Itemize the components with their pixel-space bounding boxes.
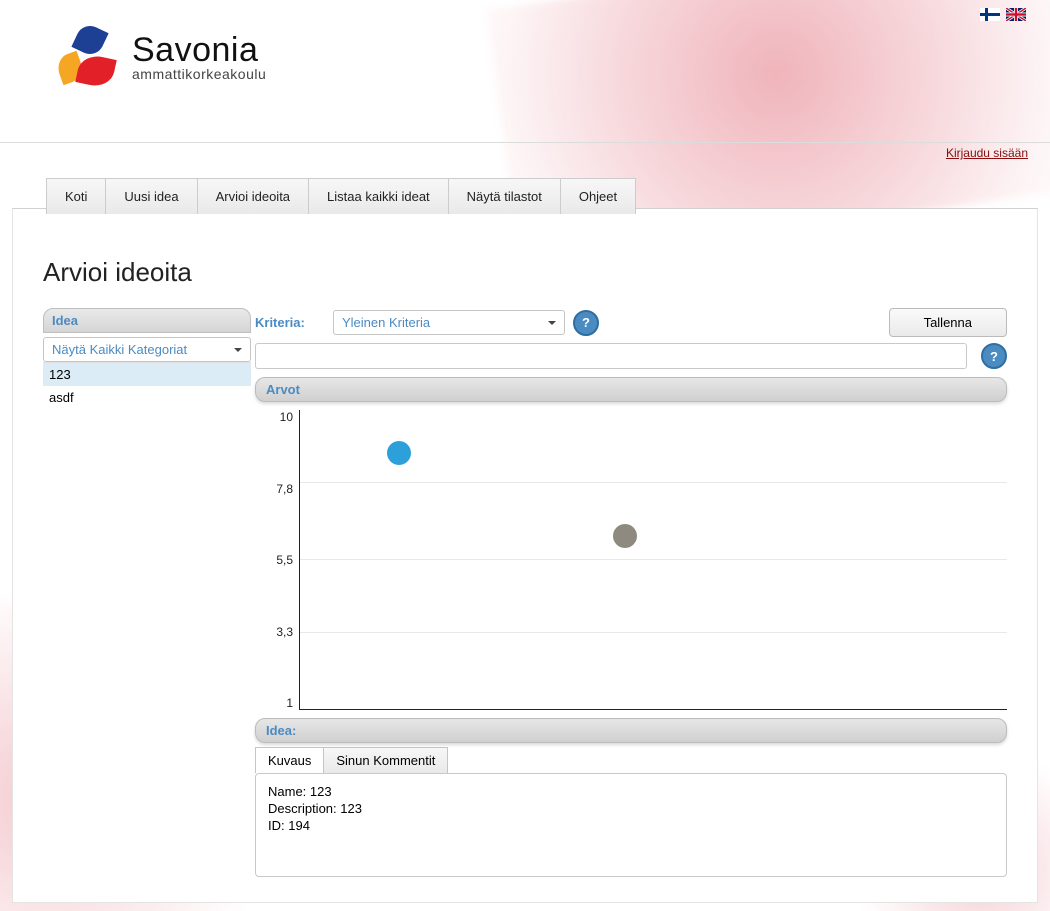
idea-list-item[interactable]: 123	[43, 363, 251, 386]
criteria-label: Kriteria:	[255, 315, 325, 330]
save-button[interactable]: Tallenna	[889, 308, 1007, 337]
sidebar-header: Idea	[43, 308, 251, 333]
chart-point[interactable]	[387, 441, 411, 465]
nav-stats[interactable]: Näytä tilastot	[448, 178, 561, 214]
nav-list-all[interactable]: Listaa kaikki ideat	[308, 178, 449, 214]
category-select[interactable]: Näytä Kaikki Kategoriat	[43, 337, 251, 362]
ytick-55: 5,5	[259, 553, 293, 567]
nav-home[interactable]: Koti	[46, 178, 106, 214]
values-section-header: Arvot	[255, 377, 1007, 402]
ytick-1: 1	[259, 696, 293, 710]
criteria-select[interactable]: Yleinen Kriteria	[333, 310, 565, 335]
nav-help[interactable]: Ohjeet	[560, 178, 636, 214]
ytick-33: 3,3	[259, 625, 293, 639]
detail-desc-label: Description:	[268, 801, 337, 816]
ytick-10: 10	[259, 410, 293, 424]
filter-input[interactable]	[255, 343, 967, 369]
help-criteria-icon[interactable]: ?	[573, 310, 599, 336]
tab-your-comments[interactable]: Sinun Kommentit	[323, 747, 448, 773]
flag-fi-icon[interactable]	[980, 8, 1000, 21]
values-chart: 10 7,8 5,5 3,3 1	[259, 410, 1007, 710]
detail-id-value: 194	[288, 818, 310, 833]
primary-nav: Koti Uusi idea Arvioi ideoita Listaa kai…	[46, 178, 636, 214]
detail-name-value: 123	[310, 784, 332, 799]
detail-desc-value: 123	[340, 801, 362, 816]
detail-id-label: ID:	[268, 818, 285, 833]
nav-evaluate[interactable]: Arvioi ideoita	[197, 178, 309, 214]
detail-name-label: Name:	[268, 784, 306, 799]
page-title: Arvioi ideoita	[43, 257, 1007, 288]
idea-list: 123 asdf	[43, 362, 251, 409]
brand-logo: Savonia ammattikorkeakoulu	[58, 26, 266, 86]
brand-subtitle: ammattikorkeakoulu	[132, 66, 266, 82]
idea-section-header: Idea:	[255, 718, 1007, 743]
nav-new-idea[interactable]: Uusi idea	[105, 178, 197, 214]
criteria-select-value: Yleinen Kriteria	[342, 315, 430, 330]
description-box: Name: 123 Description: 123 ID: 194	[255, 773, 1007, 877]
category-select-value: Näytä Kaikki Kategoriat	[52, 342, 187, 357]
chart-point[interactable]	[613, 524, 637, 548]
help-filter-icon[interactable]: ?	[981, 343, 1007, 369]
ytick-78: 7,8	[259, 482, 293, 496]
logo-mark	[58, 26, 118, 86]
login-link[interactable]: Kirjaudu sisään	[946, 146, 1028, 160]
brand-title: Savonia	[132, 31, 266, 70]
idea-list-item[interactable]: asdf	[43, 386, 251, 409]
flag-uk-icon[interactable]	[1006, 8, 1026, 21]
tab-description[interactable]: Kuvaus	[255, 747, 324, 773]
